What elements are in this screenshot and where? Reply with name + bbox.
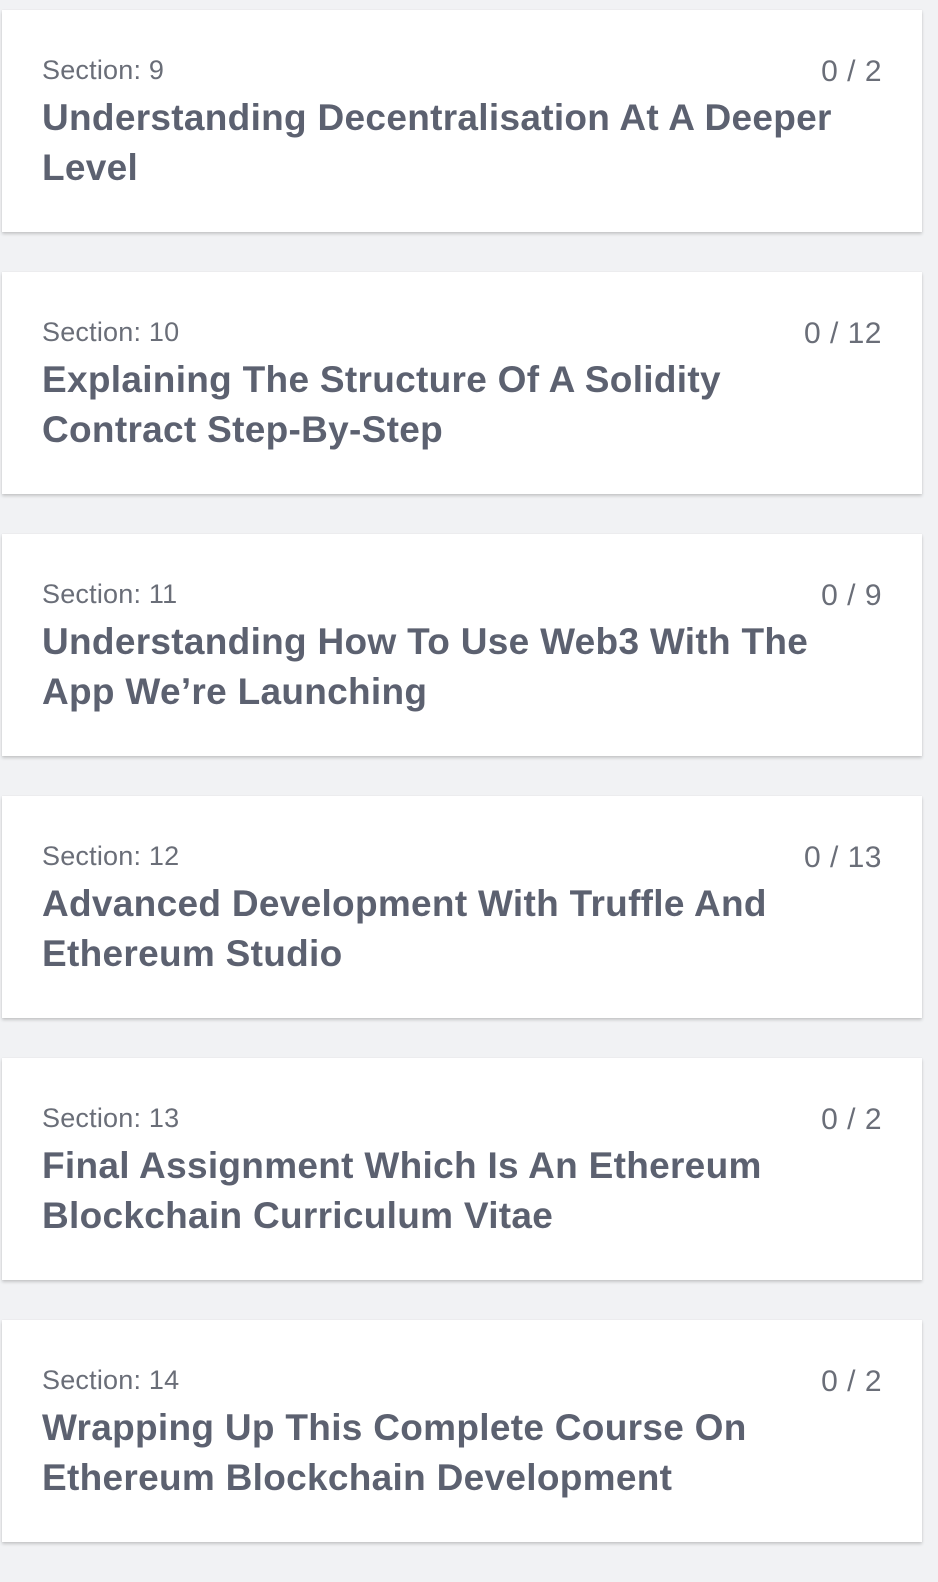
section-progress: 0 / 2	[821, 55, 882, 88]
section-number: Section: 10	[42, 317, 180, 347]
section-title[interactable]: Wrapping Up This Complete Course On Ethe…	[42, 1403, 882, 1503]
section-list: Section: 9 0 / 2 Understanding Decentral…	[2, 10, 922, 1582]
section-progress: 0 / 2	[821, 1365, 882, 1398]
section-card-10[interactable]: Section: 10 0 / 12 Explaining The Struct…	[2, 272, 922, 494]
section-card-12[interactable]: Section: 12 0 / 13 Advanced Development …	[2, 796, 922, 1018]
section-progress: 0 / 9	[821, 579, 882, 612]
section-title[interactable]: Explaining The Structure Of A Solidity C…	[42, 355, 882, 455]
section-card-14[interactable]: Section: 14 0 / 2 Wrapping Up This Compl…	[2, 1320, 922, 1542]
section-title[interactable]: Understanding How To Use Web3 With The A…	[42, 617, 882, 717]
section-number: Section: 14	[42, 1365, 180, 1395]
section-title[interactable]: Understanding Decentralisation At A Deep…	[42, 93, 882, 193]
section-number: Section: 9	[42, 55, 165, 85]
section-progress: 0 / 2	[821, 1103, 882, 1136]
section-progress: 0 / 13	[803, 841, 882, 874]
section-number: Section: 12	[42, 841, 180, 871]
section-card-11[interactable]: Section: 11 0 / 9 Understanding How To U…	[2, 534, 922, 756]
section-number: Section: 11	[42, 579, 178, 609]
section-title[interactable]: Advanced Development With Truffle And Et…	[42, 879, 882, 979]
section-card-13[interactable]: Section: 13 0 / 2 Final Assignment Which…	[2, 1058, 922, 1280]
section-title[interactable]: Final Assignment Which Is An Ethereum Bl…	[42, 1141, 882, 1241]
section-card-9[interactable]: Section: 9 0 / 2 Understanding Decentral…	[2, 10, 922, 232]
section-progress: 0 / 12	[803, 317, 882, 350]
section-number: Section: 13	[42, 1103, 180, 1133]
